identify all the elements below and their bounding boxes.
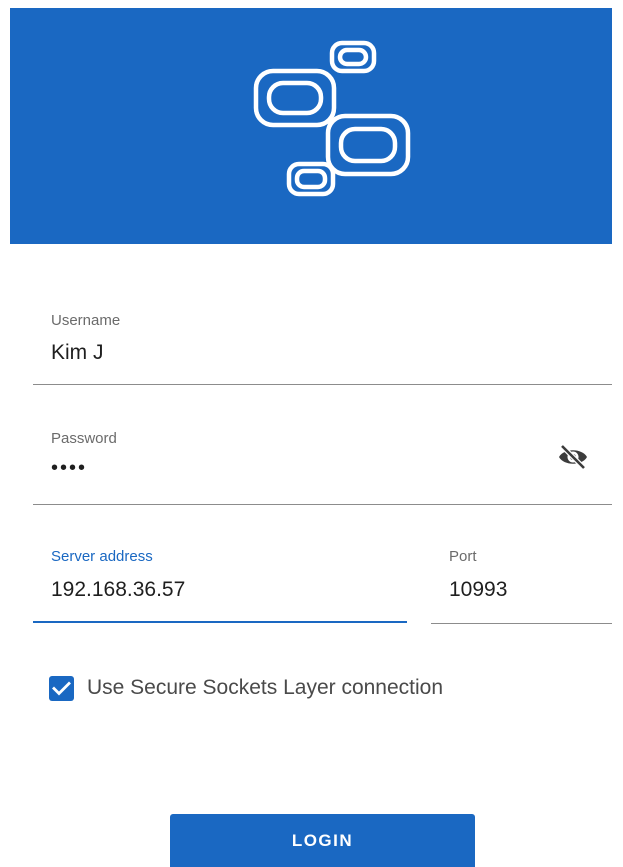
port-input[interactable]: 10993 [449, 578, 507, 602]
password-underline [33, 504, 612, 505]
port-field[interactable]: Port 10993 [431, 542, 612, 626]
server-address-underline [33, 621, 407, 623]
username-label: Username [51, 312, 121, 329]
port-underline [431, 623, 612, 624]
server-address-label: Server address [51, 548, 153, 565]
checkmark-icon [52, 681, 71, 695]
server-address-input[interactable]: 192.168.36.57 [51, 578, 185, 602]
username-field[interactable]: Username Kim J [33, 306, 612, 386]
app-logo-icon [253, 40, 411, 197]
ssl-label: Use Secure Sockets Layer connection [87, 676, 444, 699]
ssl-option[interactable]: Use Secure Sockets Layer connection [49, 673, 443, 703]
username-input[interactable]: Kim J [51, 341, 104, 365]
username-underline [33, 384, 612, 385]
login-button[interactable]: LOGIN [170, 814, 475, 867]
password-input[interactable]: •••• [51, 457, 87, 480]
ssl-checkbox[interactable] [49, 675, 74, 701]
password-field[interactable]: Password •••• [33, 424, 612, 506]
header-banner [10, 8, 612, 244]
password-label: Password [51, 430, 117, 447]
port-label: Port [449, 548, 477, 565]
eye-off-icon[interactable] [557, 444, 589, 470]
server-address-field[interactable]: Server address 192.168.36.57 [33, 542, 407, 626]
